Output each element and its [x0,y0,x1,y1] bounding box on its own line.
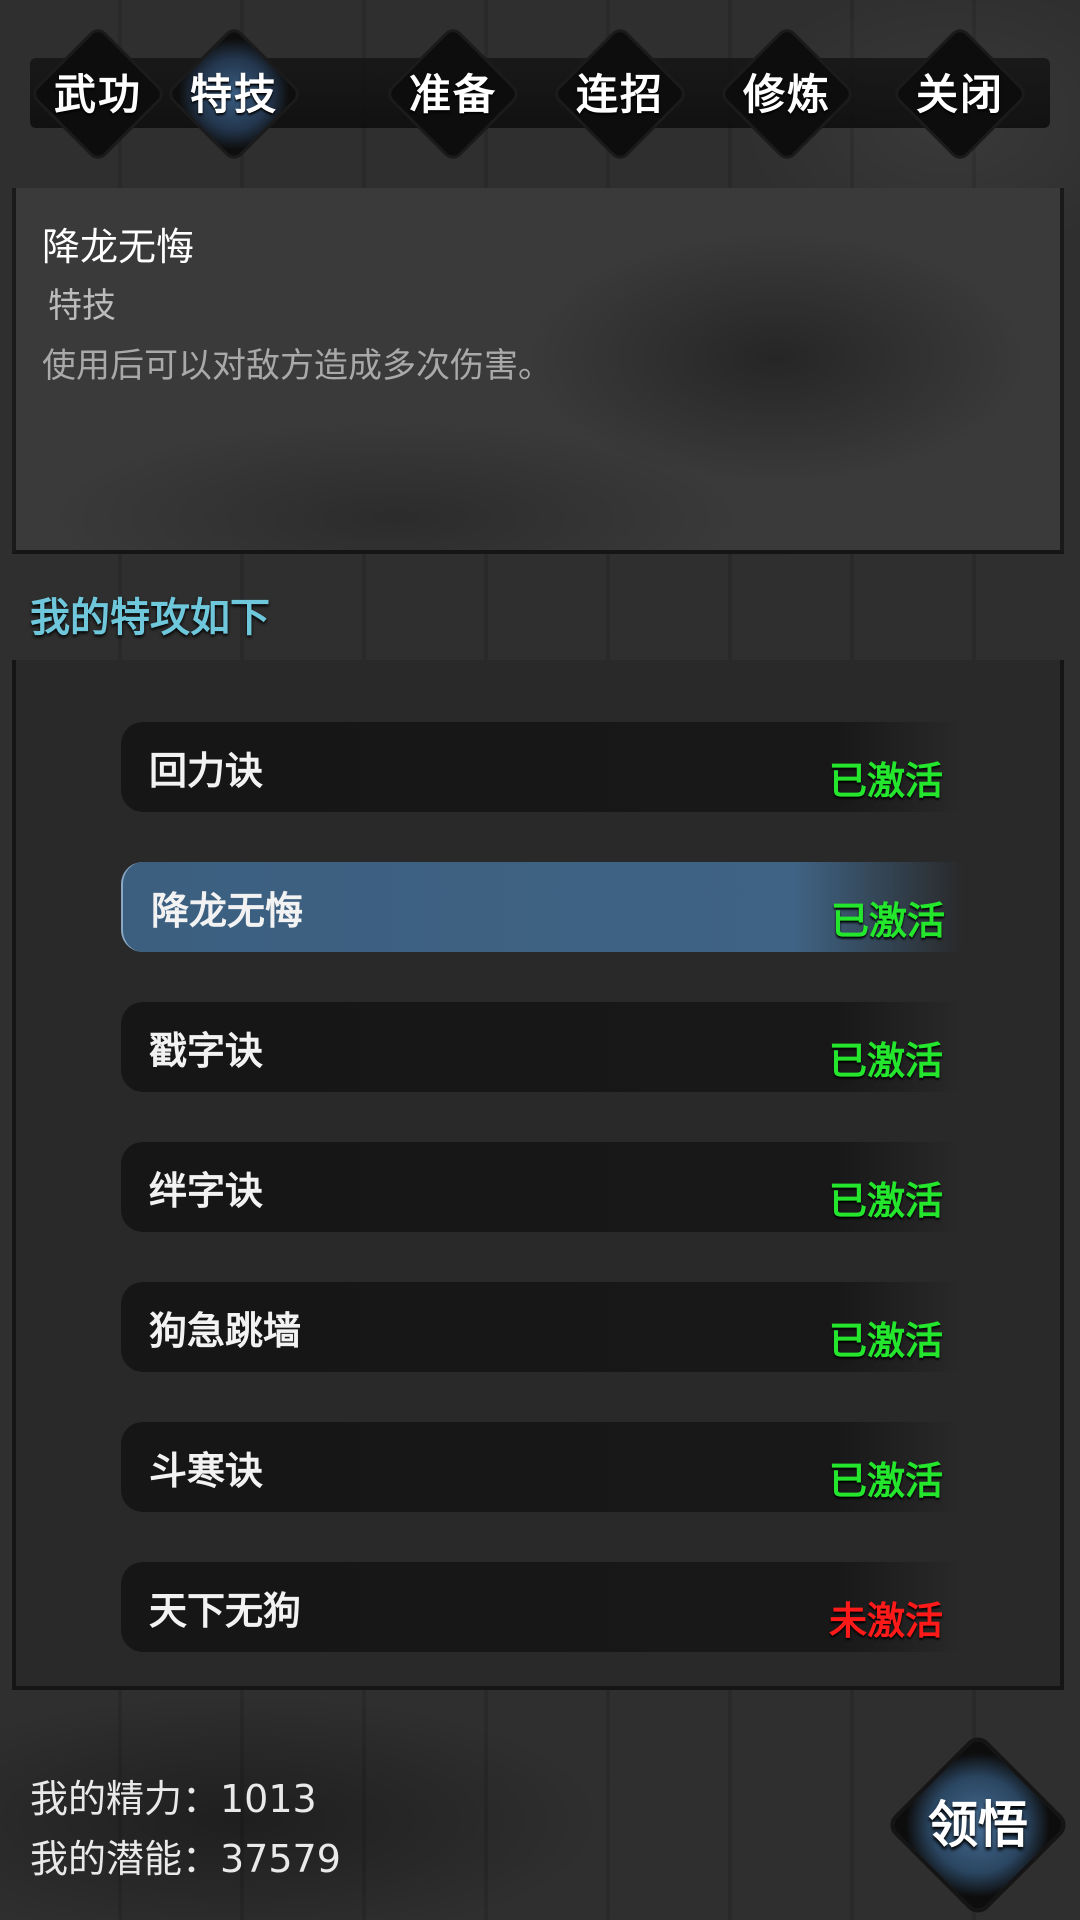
tab-label: 准备 [408,70,497,119]
detail-title: 降龙无悔 [42,225,195,269]
comprehend-button[interactable]: 领悟 [888,1735,1068,1915]
tab-zhunbei[interactable]: 准备 [387,28,519,160]
skill-status: 已激活 [828,1178,943,1223]
tab-label: 连招 [575,70,664,119]
comprehend-label: 领悟 [928,1795,1028,1854]
skill-status: 已激活 [828,758,943,803]
skill-status: 已激活 [828,1038,943,1083]
skill-row[interactable]: 斗寒诀 已激活 [121,1422,961,1512]
tab-bar: 武功 特技 准备 连招 修炼 关闭 [0,0,1080,185]
skill-status: 未激活 [828,1598,943,1643]
skill-name: 天下无狗 [149,1588,302,1633]
energy-stat: 我的精力：1013 [30,1777,317,1821]
close-label: 关闭 [915,70,1004,119]
tab-lianzhao[interactable]: 连招 [554,28,686,160]
skill-row-selected[interactable]: 降龙无悔 已激活 [121,862,963,952]
skill-row[interactable]: 回力诀 已激活 [121,722,961,812]
skill-list: 回力诀 已激活 降龙无悔 已激活 戳字诀 已激活 绊字诀 已激活 狗急跳墙 已激… [12,660,1064,1690]
close-button[interactable]: 关闭 [894,28,1026,160]
skill-row[interactable]: 天下无狗 未激活 [121,1562,961,1652]
skill-name: 降龙无悔 [151,888,304,933]
tab-xiulian[interactable]: 修炼 [721,28,853,160]
detail-description: 使用后可以对敌方造成多次伤害。 [42,346,552,386]
skill-name: 斗寒诀 [149,1448,264,1493]
tab-wugong[interactable]: 武功 [32,28,164,160]
skill-status: 已激活 [830,898,945,943]
skill-name: 戳字诀 [149,1028,264,1073]
skill-name: 回力诀 [149,748,264,793]
skill-detail-panel: 降龙无悔 特技 使用后可以对敌方造成多次伤害。 [12,188,1064,554]
skill-name: 狗急跳墙 [149,1308,302,1353]
tab-label: 武功 [53,70,142,119]
detail-type: 特技 [48,286,116,326]
tab-label: 特技 [189,70,278,119]
section-header: 我的特攻如下 [30,594,270,641]
potential-stat: 我的潜能：37579 [30,1837,341,1881]
skill-row[interactable]: 狗急跳墙 已激活 [121,1282,961,1372]
skill-row[interactable]: 绊字诀 已激活 [121,1142,961,1232]
skill-status: 已激活 [828,1458,943,1503]
skill-name: 绊字诀 [149,1168,264,1213]
skill-status: 已激活 [828,1318,943,1363]
skill-row[interactable]: 戳字诀 已激活 [121,1002,961,1092]
tab-label: 修炼 [742,70,831,119]
tab-teji[interactable]: 特技 [168,28,300,160]
